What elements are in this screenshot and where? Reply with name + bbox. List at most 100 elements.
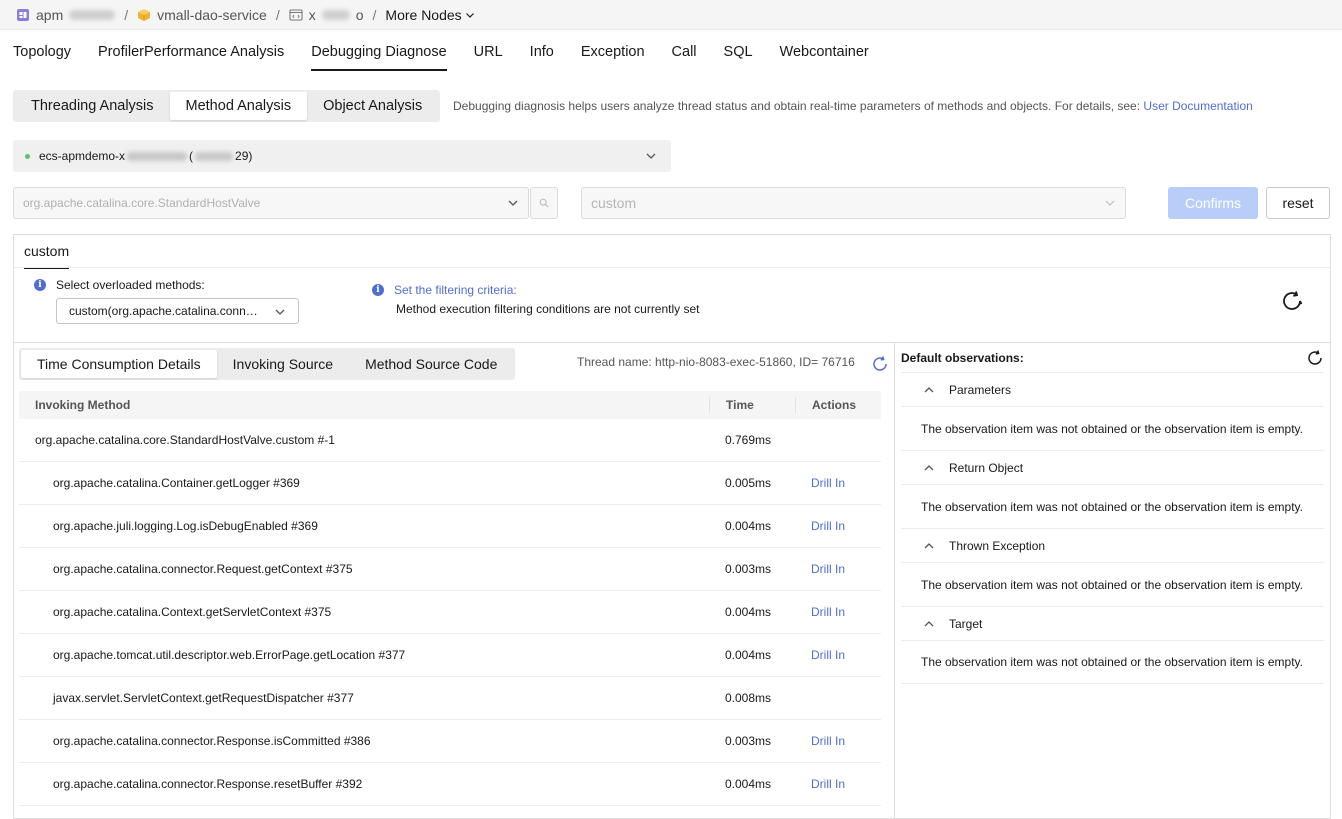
time-cell: 0.004ms [725,605,772,619]
time-cell: 0.769ms [725,433,772,447]
breadcrumb-environment[interactable]: xo [289,7,364,23]
search-button[interactable] [530,187,558,219]
status-dot [25,153,30,159]
method-select[interactable]: custom [581,187,1126,219]
confirm-button[interactable]: Confirms [1168,187,1258,219]
refresh-icon[interactable] [871,355,889,373]
refresh-icon[interactable] [1306,349,1324,367]
more-nodes-dropdown[interactable]: More Nodes [385,7,474,23]
info-icon: i [34,279,46,291]
chevron-down-icon [508,200,518,206]
observation-message: The observation item was not obtained or… [901,640,1324,684]
tab-method-analysis[interactable]: Method Analysis [169,92,308,120]
masked-text [69,9,116,20]
breadcrumb-env-suffix: o [355,6,364,23]
drill-in-link[interactable]: Drill In [795,648,881,662]
thread-name: Thread name: http-nio-8083-exec-51860, I… [577,355,855,369]
observation-section: Parameters The observation item was not … [901,372,1324,450]
tab-topology[interactable]: Topology [13,44,71,71]
tab-object-analysis[interactable]: Object Analysis [307,92,438,120]
instance-name-prefix: ecs-apmdemo-x [39,149,126,163]
refresh-icon[interactable] [1280,289,1304,313]
tab-threading-analysis[interactable]: Threading Analysis [15,92,170,120]
breadcrumb-service[interactable]: vmall-dao-service [137,7,267,23]
observation-name: Target [949,616,983,631]
tab-url[interactable]: URL [474,44,503,71]
chevron-up-icon [924,620,934,626]
tab-call[interactable]: Call [672,44,697,71]
table-row: org.apache.tomcat.util.descriptor.web.Er… [19,634,881,677]
drill-in-link[interactable]: Drill In [795,476,881,490]
info-icon: i [372,284,384,296]
drill-in-link[interactable]: Drill In [795,562,881,576]
observation-header[interactable]: Return Object [901,450,1324,484]
details-tabs: Time Consumption Details Invoking Source… [19,348,516,380]
breadcrumb-env-prefix: x [308,6,316,23]
overloaded-methods-label-row: i Select overloaded methods: [34,278,299,292]
reset-button[interactable]: reset [1266,187,1330,219]
tab-webcontainer[interactable]: Webcontainer [780,44,869,71]
observation-section: Return Object The observation item was n… [901,450,1324,528]
column-header-actions: Actions [795,397,881,413]
chevron-up-icon [924,542,934,548]
observation-header[interactable]: Thrown Exception [901,528,1324,562]
method-select-value: custom [591,195,637,211]
table-row: org.apache.catalina.connector.Response.r… [19,763,881,806]
method-cell: org.apache.catalina.Context.getServletCo… [53,605,332,619]
method-details-panel: Time Consumption Details Invoking Source… [13,342,895,819]
tab-method-source-code[interactable]: Method Source Code [349,350,513,378]
more-nodes-label: More Nodes [385,6,462,23]
method-cell: org.apache.catalina.core.StandardHostVal… [35,433,335,447]
breadcrumb-service-label: vmall-dao-service [157,6,267,23]
overloaded-methods-select[interactable]: custom(org.apache.catalina.conn… [56,298,299,324]
code-window-icon [289,8,303,21]
table-row: org.apache.catalina.core.StandardHostVal… [19,419,881,462]
chevron-up-icon [924,464,934,470]
masked-text [195,151,234,161]
drill-in-link[interactable]: Drill In [795,734,881,748]
overloaded-methods-label: Select overloaded methods: [56,278,205,292]
table-row: javax.servlet.ServletContext.getRequestD… [19,677,881,720]
invoking-method-table: Invoking Method Time Actions org.apache.… [19,391,881,806]
chevron-down-icon [465,12,474,18]
main-tabs: Topology ProfilerPerformance Analysis De… [13,44,896,71]
drill-in-link[interactable]: Drill In [795,605,881,619]
method-cell: javax.servlet.ServletContext.getRequestD… [53,691,354,705]
masked-text [127,151,188,161]
breadcrumb-separator: / [124,6,129,23]
observation-name: Return Object [949,460,1024,475]
filter-criteria-link[interactable]: Set the filtering criteria: [394,283,517,297]
breadcrumb-app[interactable]: apm [16,7,116,23]
time-cell: 0.003ms [725,562,772,576]
observation-message: The observation item was not obtained or… [901,406,1324,450]
tab-profiler-performance-analysis[interactable]: ProfilerPerformance Analysis [98,44,284,71]
user-documentation-link[interactable]: User Documentation [1143,99,1252,113]
table-header: Invoking Method Time Actions [19,391,881,419]
tab-debugging-diagnose[interactable]: Debugging Diagnose [311,44,447,71]
cube-icon [138,8,151,21]
observation-header[interactable]: Target [901,606,1324,640]
overloaded-methods-block: i Select overloaded methods: custom(org.… [34,278,299,324]
table-row: org.apache.catalina.Context.getServletCo… [19,591,881,634]
default-observations-panel: Default observations: Parameters The obs… [894,342,1331,819]
observation-header[interactable]: Parameters [901,372,1324,406]
tab-custom[interactable]: custom [24,243,70,269]
drill-in-link[interactable]: Drill In [795,519,881,533]
tab-info[interactable]: Info [530,44,554,71]
class-select[interactable]: org.apache.catalina.core.StandardHostVal… [13,187,529,219]
filter-criteria-title-row: i Set the filtering criteria: [372,283,700,297]
description-label: Debugging diagnosis helps users analyze … [453,99,1141,113]
column-header-method: Invoking Method [35,398,131,412]
tab-time-consumption-details[interactable]: Time Consumption Details [21,350,217,378]
table-row: org.apache.catalina.connector.Response.i… [19,720,881,763]
table-row: org.apache.catalina.Container.getLogger … [19,462,881,505]
method-cell: org.apache.catalina.connector.Response.r… [53,777,363,791]
instance-select[interactable]: ecs-apmdemo-x(29) [13,140,671,172]
observation-section: Thrown Exception The observation item wa… [901,528,1324,606]
time-cell: 0.004ms [725,519,772,533]
drill-in-link[interactable]: Drill In [795,777,881,791]
time-cell: 0.008ms [725,691,772,705]
tab-invoking-source[interactable]: Invoking Source [217,350,349,378]
tab-sql[interactable]: SQL [724,44,753,71]
tab-exception[interactable]: Exception [581,44,645,71]
